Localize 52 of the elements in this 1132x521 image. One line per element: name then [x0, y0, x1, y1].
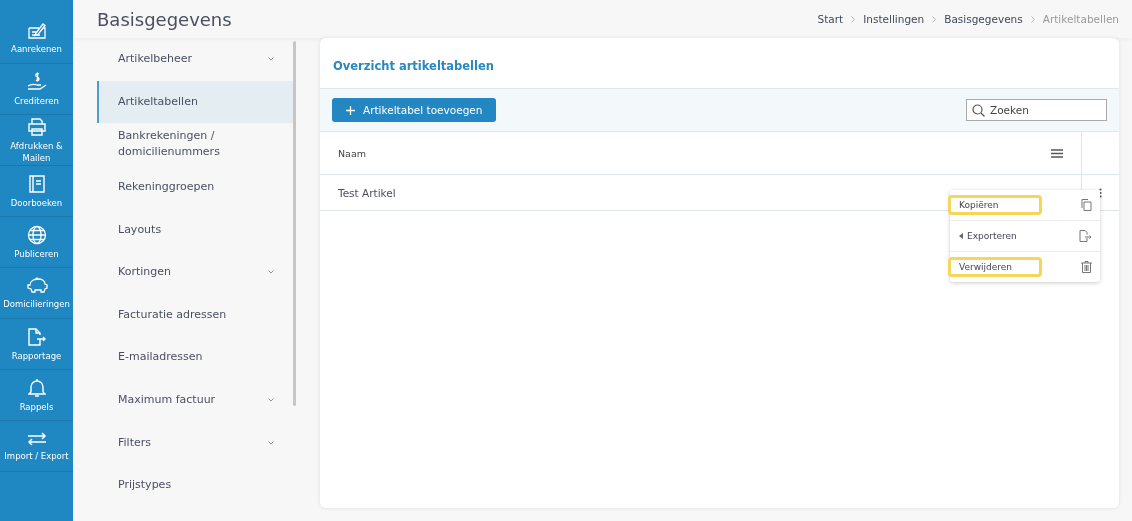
page-title: Basisgegevens: [97, 8, 232, 30]
breadcrumb-link[interactable]: Instellingen: [863, 13, 925, 25]
document-arrow-icon: [1079, 230, 1092, 242]
nav-item[interactable]: Rappels: [0, 370, 73, 421]
nav-item[interactable]: Doorboeken: [0, 166, 73, 217]
trash-icon: [1081, 261, 1092, 273]
nav-item[interactable]: Publiceren: [0, 217, 73, 268]
chevron-right-icon: [1030, 15, 1035, 23]
submenu-item[interactable]: Kortingen: [97, 250, 296, 294]
hand-dollar-icon: [25, 71, 48, 92]
breadcrumb-link[interactable]: Start: [817, 13, 844, 25]
submenu-item[interactable]: Prijstypes: [97, 463, 296, 507]
submenu-item[interactable]: Layouts: [97, 208, 296, 251]
piggy-bank-icon: [25, 276, 48, 295]
add-button[interactable]: Artikeltabel toevoegen: [332, 98, 497, 122]
copy-icon: [1081, 199, 1092, 211]
submenu-item[interactable]: Rekeninggroepen: [97, 165, 296, 209]
menu-icon[interactable]: [1051, 148, 1063, 158]
book-icon: [27, 173, 46, 194]
more-options-icon[interactable]: [1099, 187, 1102, 198]
menu-item[interactable]: Kopiëren: [950, 190, 1100, 221]
nav-item[interactable]: Domicilieringen: [0, 268, 73, 319]
plus-icon: [346, 105, 355, 115]
submenu-item[interactable]: E-mailadressen: [97, 336, 296, 379]
globe-icon: [26, 224, 47, 245]
search-field[interactable]: Zoeken: [966, 99, 1107, 121]
scrollbar[interactable]: [293, 41, 296, 406]
nav-item[interactable]: Crediteren: [0, 64, 73, 115]
submenu-item[interactable]: Facturatie adressen: [97, 293, 296, 337]
submenu-item[interactable]: Artikeltabellen: [97, 80, 296, 124]
nav-item[interactable]: Import / Export: [0, 421, 73, 472]
chevron-right-icon: [851, 15, 856, 23]
nav-item[interactable]: Aanrekenen: [0, 13, 73, 64]
nav-item[interactable]: Rapportage: [0, 319, 73, 370]
submenu-item[interactable]: Artikelbeheer: [97, 38, 296, 81]
swap-arrows-icon: [25, 430, 48, 447]
nav-item[interactable]: Afdrukken & Mailen: [0, 115, 73, 166]
document-arrow-icon: [25, 326, 48, 347]
caret-left-icon: [959, 233, 963, 239]
bell-icon: [27, 377, 46, 398]
menu-item[interactable]: Exporteren: [950, 221, 1100, 252]
submenu-item[interactable]: Bankrekeningen / domicilienummers: [97, 123, 296, 166]
submenu-item[interactable]: Maximum factuur: [97, 378, 296, 422]
card-title: Overzicht artikeltabellen: [332, 58, 495, 75]
breadcrumb-link[interactable]: Basisgegevens: [944, 13, 1023, 25]
column-header[interactable]: Naam: [320, 147, 1051, 159]
menu-item[interactable]: Verwijderen: [950, 252, 1100, 282]
submenu-item[interactable]: Filters: [97, 421, 296, 464]
printer-icon: [26, 116, 47, 137]
chevron-right-icon: [932, 15, 937, 23]
pencil-paper-icon: [26, 21, 47, 40]
table-cell-text: Test Artikel: [337, 186, 397, 199]
